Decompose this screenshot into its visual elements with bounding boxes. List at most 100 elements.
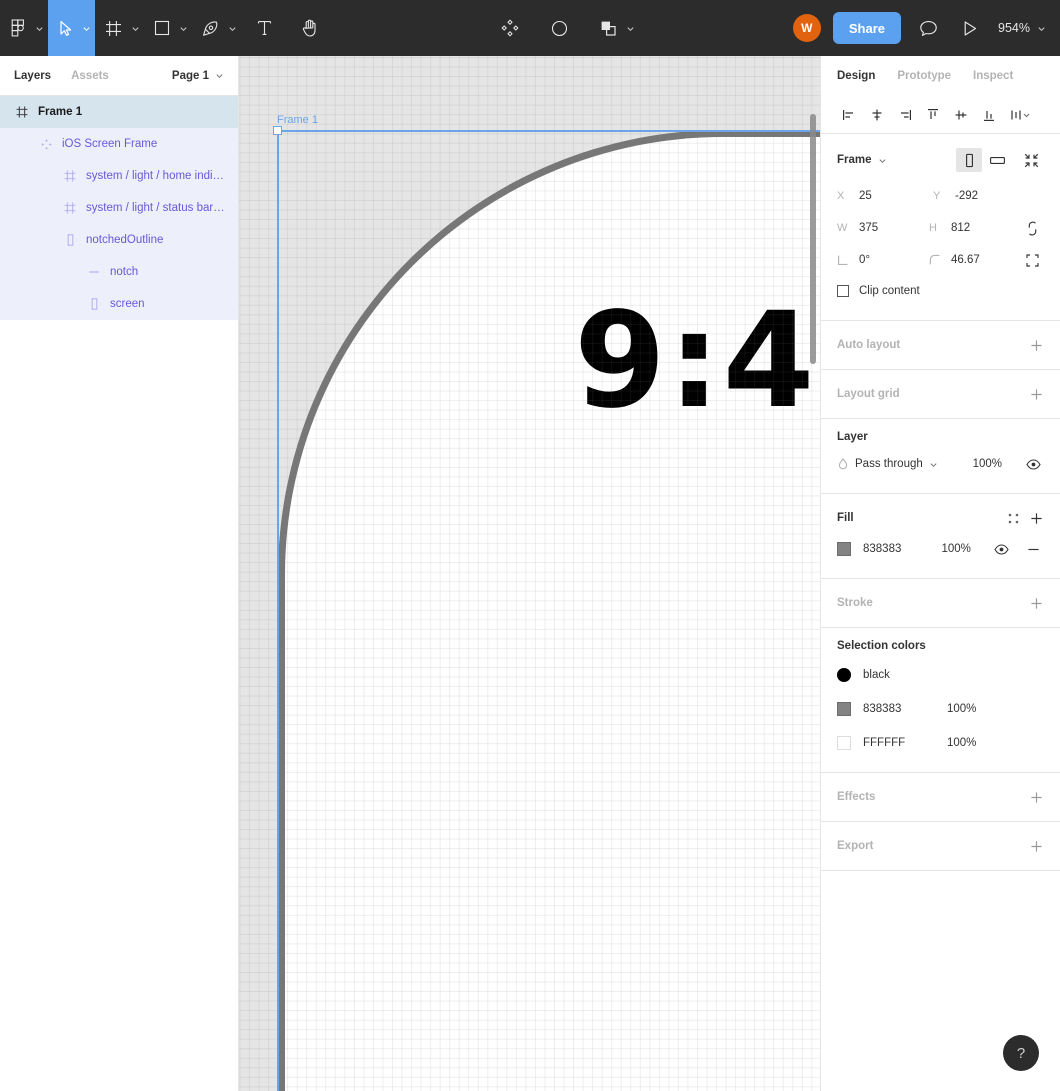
auto-layout-plus-icon[interactable] (1024, 333, 1048, 357)
selection-handle-top-left[interactable] (273, 126, 282, 135)
frame-section-title: Frame (837, 154, 872, 166)
layout-grid-title: Layout grid (837, 388, 900, 400)
fill-plus-icon[interactable] (1024, 506, 1048, 530)
blend-chevron-down-icon (929, 460, 938, 469)
help-button[interactable]: ? (1003, 1035, 1039, 1071)
figma-menu-icon[interactable] (0, 0, 30, 56)
frame-icon (14, 104, 30, 120)
mask-icon[interactable] (535, 0, 584, 56)
align-bottom-icon[interactable] (975, 101, 1003, 129)
rotation-value: 0° (859, 254, 870, 266)
artboard-phone-body (278, 130, 820, 1091)
layout-grid-section: Layout grid (821, 370, 1060, 419)
layer-row-status-bar[interactable]: system / light / status bar… (0, 192, 238, 224)
frame-icon (62, 200, 78, 216)
selection-outline-left (277, 130, 279, 1091)
selection-colors-title: Selection colors (837, 640, 926, 652)
avatar[interactable]: W (792, 14, 821, 42)
tab-prototype[interactable]: Prototype (897, 70, 951, 82)
export-section-title: Export (837, 840, 874, 852)
layer-row-notch[interactable]: notch (0, 256, 238, 288)
fill-eye-icon[interactable] (990, 538, 1012, 560)
zoom-level-selector[interactable]: 954% (990, 0, 1060, 56)
export-plus-icon[interactable] (1024, 834, 1048, 858)
page-selector-label: Page 1 (171, 69, 209, 82)
portrait-icon[interactable] (956, 148, 982, 172)
boolean-ops-chevron-icon[interactable] (621, 0, 639, 56)
selection-color-label[interactable]: 838383 (863, 703, 947, 715)
layer-row-frame-1[interactable]: Frame 1 (0, 96, 238, 128)
frame-type-selector[interactable]: Frame (837, 154, 887, 166)
align-horizontal-center-icon[interactable] (863, 101, 891, 129)
x-field[interactable]: X 25 (837, 190, 933, 202)
move-tool-chevron-icon[interactable] (77, 0, 95, 56)
effects-plus-icon[interactable] (1024, 785, 1048, 809)
layout-grid-plus-icon[interactable] (1024, 382, 1048, 406)
design-canvas[interactable]: 9:4 Frame 1 (239, 56, 820, 1091)
tab-design[interactable]: Design (837, 70, 875, 82)
layer-label: Frame 1 (38, 106, 83, 118)
boolean-ops-icon[interactable] (584, 0, 621, 56)
tab-layers[interactable]: Layers (14, 70, 51, 82)
distribute-more-icon[interactable] (1003, 101, 1037, 129)
hand-tool-icon[interactable] (288, 0, 332, 56)
layer-eye-icon[interactable] (1022, 453, 1044, 475)
fill-minus-icon[interactable] (1022, 538, 1044, 560)
fill-opacity-value[interactable]: 100% (941, 543, 990, 555)
layer-row-notched-outline[interactable]: notchedOutline (0, 224, 238, 256)
shape-tool-chevron-icon[interactable] (174, 0, 192, 56)
fill-color-swatch[interactable] (837, 542, 851, 556)
frame-tool-icon[interactable] (95, 0, 126, 56)
height-field[interactable]: H 812 (929, 222, 1021, 234)
resize-to-fit-icon[interactable] (1018, 148, 1044, 172)
text-tool-icon[interactable] (241, 0, 288, 56)
clip-content-label: Clip content (859, 285, 920, 297)
layer-row-screen[interactable]: screen (0, 288, 238, 320)
alignment-toolbar (821, 96, 1060, 134)
fill-hex-value[interactable]: 838383 (863, 543, 941, 555)
canvas-frame-label[interactable]: Frame 1 (277, 114, 318, 126)
selection-color-label[interactable]: FFFFFF (863, 737, 947, 749)
comment-icon[interactable] (907, 0, 950, 56)
align-top-icon[interactable] (919, 101, 947, 129)
fill-styles-four-dots-icon[interactable] (1002, 507, 1024, 529)
present-play-icon[interactable] (950, 0, 990, 56)
figma-app-window: W Share 954% Layers Assets Page 1 Frame … (0, 0, 1060, 1091)
pen-tool-chevron-icon[interactable] (223, 0, 241, 56)
clip-content-checkbox[interactable] (837, 285, 849, 297)
clip-content-row[interactable]: Clip content (837, 276, 1044, 306)
pen-tool-icon[interactable] (192, 0, 223, 56)
frame-tool-chevron-icon[interactable] (126, 0, 144, 56)
page-selector[interactable]: Page 1 (172, 70, 224, 82)
tab-assets[interactable]: Assets (71, 70, 109, 82)
corner-radius-field[interactable]: 46.67 (929, 254, 1021, 266)
align-right-icon[interactable] (891, 101, 919, 129)
toolbar-spacer-right (639, 0, 792, 56)
layer-row-home-indicator[interactable]: system / light / home indi… (0, 160, 238, 192)
landscape-icon[interactable] (984, 148, 1010, 172)
selection-color-swatch[interactable] (837, 668, 851, 682)
selection-color-swatch[interactable] (837, 702, 851, 716)
align-left-icon[interactable] (835, 101, 863, 129)
align-vertical-center-icon[interactable] (947, 101, 975, 129)
figma-menu-chevron-icon[interactable] (30, 0, 48, 56)
independent-corners-icon[interactable] (1021, 248, 1044, 272)
width-field[interactable]: W 375 (837, 222, 929, 234)
share-button[interactable]: Share (832, 12, 902, 44)
stroke-plus-icon[interactable] (1024, 591, 1048, 615)
blend-mode-selector[interactable]: Pass through (855, 458, 938, 470)
rotation-field[interactable]: 0° (837, 254, 929, 266)
layer-label: notch (110, 266, 139, 278)
move-tool-icon[interactable] (48, 0, 77, 56)
shape-tool-icon[interactable] (144, 0, 174, 56)
y-field[interactable]: Y -292 (933, 190, 1029, 202)
line-icon (86, 264, 102, 280)
canvas-vertical-scrollbar[interactable] (810, 114, 816, 364)
components-icon[interactable] (485, 0, 535, 56)
constrain-proportions-icon[interactable] (1021, 216, 1044, 240)
tab-inspect[interactable]: Inspect (973, 70, 1013, 82)
selection-color-label[interactable]: black (863, 669, 947, 681)
selection-color-swatch[interactable] (837, 736, 851, 750)
layer-opacity-value[interactable]: 100% (973, 458, 1002, 470)
layer-row-ios-screen-frame[interactable]: iOS Screen Frame (0, 128, 238, 160)
